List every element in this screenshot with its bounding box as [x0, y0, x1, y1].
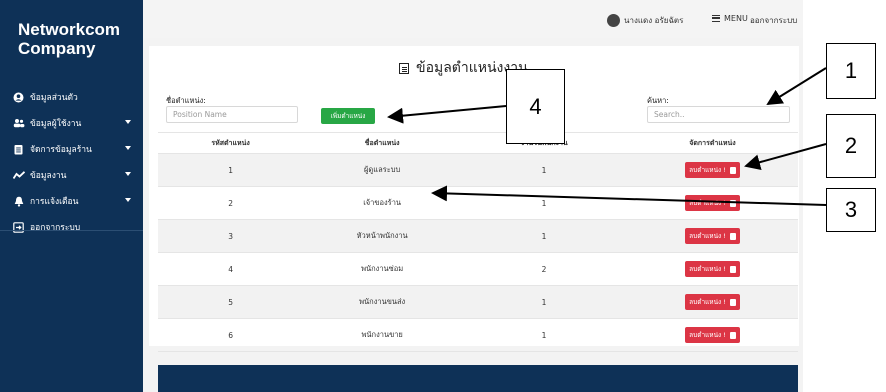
- sidebar-menu: ข้อมูลส่วนตัว ข้อมูลผู้ใช้งาน จัดการข้อม…: [0, 84, 143, 240]
- delete-label: ลบตำแหน่ง !: [689, 298, 726, 306]
- chart-line-icon: [12, 169, 25, 182]
- delete-position-button[interactable]: ลบตำแหน่ง !: [685, 195, 740, 211]
- topbar: นางแดง อรัยฉัตร MENU ออกจากระบบ: [143, 0, 803, 39]
- employee-count: 1: [461, 318, 627, 352]
- sidebar-item-logout[interactable]: ออกจากระบบ: [0, 214, 143, 240]
- sidebar-item-work[interactable]: ข้อมูลงาน: [0, 162, 143, 188]
- brand-name: Networkcom Company: [18, 20, 121, 58]
- table-header-row: รหัสตำแหน่ง ชื่อตำแหน่ง จำนวนพนักงาน จัด…: [158, 132, 798, 154]
- menu-button[interactable]: MENU: [712, 14, 748, 23]
- actions-cell: ลบตำแหน่ง !: [626, 285, 798, 319]
- delete-label: ลบตำแหน่ง !: [689, 199, 726, 207]
- trash-icon: [729, 232, 736, 240]
- trash-icon: [729, 199, 736, 207]
- sidebar-item-notifications[interactable]: การแจ้งเตือน: [0, 188, 143, 214]
- table-row: 6 พนักงานขาย 1 ลบตำแหน่ง !: [158, 318, 798, 352]
- column-header: รหัสตำแหน่ง: [158, 132, 304, 154]
- position-name: พนักงานซ่อม: [303, 252, 462, 286]
- actions-cell: ลบตำแหน่ง !: [626, 318, 798, 352]
- position-id: 5: [158, 285, 304, 319]
- bell-icon: [12, 195, 25, 208]
- position-id: 1: [158, 153, 304, 187]
- avatar: [607, 14, 620, 27]
- logout-link[interactable]: ออกจากระบบ: [750, 14, 797, 27]
- table-row: 4 พนักงานซ่อม 2 ลบตำแหน่ง !: [158, 252, 798, 286]
- employee-count: 1: [461, 153, 627, 187]
- employee-count: 2: [461, 252, 627, 286]
- table-row: 3 หัวหน้าพนักงาน 1 ลบตำแหน่ง !: [158, 219, 798, 253]
- user-circle-icon: [12, 91, 25, 104]
- column-header: ชื่อตำแหน่ง: [303, 132, 462, 154]
- sign-out-icon: [12, 221, 25, 234]
- search-input[interactable]: Search..: [647, 106, 790, 123]
- chevron-down-icon: [125, 120, 131, 124]
- sidebar-item-label: ข้อมูลงาน: [30, 171, 67, 181]
- position-id: 4: [158, 252, 304, 286]
- sidebar-item-profile[interactable]: ข้อมูลส่วนตัว: [0, 84, 143, 110]
- column-header: จัดการตำแหน่ง: [626, 132, 798, 154]
- sidebar-item-label: ข้อมูลส่วนตัว: [30, 93, 78, 103]
- annotation-label-2: 2: [826, 114, 876, 178]
- actions-cell: ลบตำแหน่ง !: [626, 252, 798, 286]
- menu-icon: [712, 15, 720, 22]
- chevron-down-icon: [125, 198, 131, 202]
- employee-count: 1: [461, 285, 627, 319]
- document-icon: [399, 62, 409, 74]
- annotation-label-1: 1: [826, 43, 876, 99]
- sidebar-item-label: ข้อมูลผู้ใช้งาน: [30, 119, 82, 129]
- position-name-input[interactable]: Position Name: [166, 106, 298, 123]
- delete-label: ลบตำแหน่ง !: [689, 166, 726, 174]
- delete-label: ลบตำแหน่ง !: [689, 232, 726, 240]
- trash-icon: [729, 166, 736, 174]
- position-name: ผู้ดูแลระบบ: [303, 153, 462, 187]
- delete-position-button[interactable]: ลบตำแหน่ง !: [685, 228, 740, 244]
- delete-position-button[interactable]: ลบตำแหน่ง !: [685, 327, 740, 343]
- delete-label: ลบตำแหน่ง !: [689, 331, 726, 339]
- sidebar-item-users[interactable]: ข้อมูลผู้ใช้งาน: [0, 110, 143, 136]
- trash-icon: [729, 331, 736, 339]
- add-position-button[interactable]: เพิ่มตำแหน่ง: [321, 108, 375, 124]
- actions-cell: ลบตำแหน่ง !: [626, 153, 798, 187]
- position-name: พนักงานขาย: [303, 318, 462, 352]
- position-name: พนักงานขนส่ง: [303, 285, 462, 319]
- footer-band: [158, 365, 798, 392]
- trash-icon: [729, 298, 736, 306]
- delete-position-button[interactable]: ลบตำแหน่ง !: [685, 294, 740, 310]
- chevron-down-icon: [125, 172, 131, 176]
- position-id: 2: [158, 186, 304, 220]
- sidebar-divider: [0, 230, 143, 231]
- users-icon: [12, 117, 25, 130]
- annotation-label-3: 3: [826, 188, 876, 232]
- position-id: 3: [158, 219, 304, 253]
- menu-label: MENU: [724, 14, 748, 23]
- sidebar-item-label: การแจ้งเตือน: [30, 197, 79, 207]
- employee-count: 1: [461, 219, 627, 253]
- table-row: 1 ผู้ดูแลระบบ 1 ลบตำแหน่ง !: [158, 153, 798, 187]
- position-id: 6: [158, 318, 304, 352]
- user-menu[interactable]: นางแดง อรัยฉัตร: [607, 14, 683, 27]
- position-name: เจ้าของร้าน: [303, 186, 462, 220]
- chevron-down-icon: [125, 146, 131, 150]
- delete-position-button[interactable]: ลบตำแหน่ง !: [685, 261, 740, 277]
- employee-count: 1: [461, 186, 627, 220]
- table-row: 2 เจ้าของร้าน 1 ลบตำแหน่ง !: [158, 186, 798, 220]
- position-name: หัวหน้าพนักงาน: [303, 219, 462, 253]
- annotation-label-4: 4: [506, 69, 565, 144]
- sidebar: Networkcom Company ข้อมูลส่วนตัว ข้อมูลผ…: [0, 0, 143, 392]
- delete-position-button[interactable]: ลบตำแหน่ง !: [685, 162, 740, 178]
- user-name: นางแดง อรัยฉัตร: [624, 16, 684, 25]
- sidebar-item-label: ออกจากระบบ: [30, 223, 81, 233]
- trash-icon: [729, 265, 736, 273]
- clipboard-icon: [12, 143, 25, 156]
- delete-label: ลบตำแหน่ง !: [689, 265, 726, 273]
- actions-cell: ลบตำแหน่ง !: [626, 186, 798, 220]
- table-row: 5 พนักงานขนส่ง 1 ลบตำแหน่ง !: [158, 285, 798, 319]
- sidebar-item-shop[interactable]: จัดการข้อมูลร้าน: [0, 136, 143, 162]
- actions-cell: ลบตำแหน่ง !: [626, 219, 798, 253]
- positions-table: รหัสตำแหน่ง ชื่อตำแหน่ง จำนวนพนักงาน จัด…: [158, 132, 798, 352]
- sidebar-item-label: จัดการข้อมูลร้าน: [30, 145, 92, 155]
